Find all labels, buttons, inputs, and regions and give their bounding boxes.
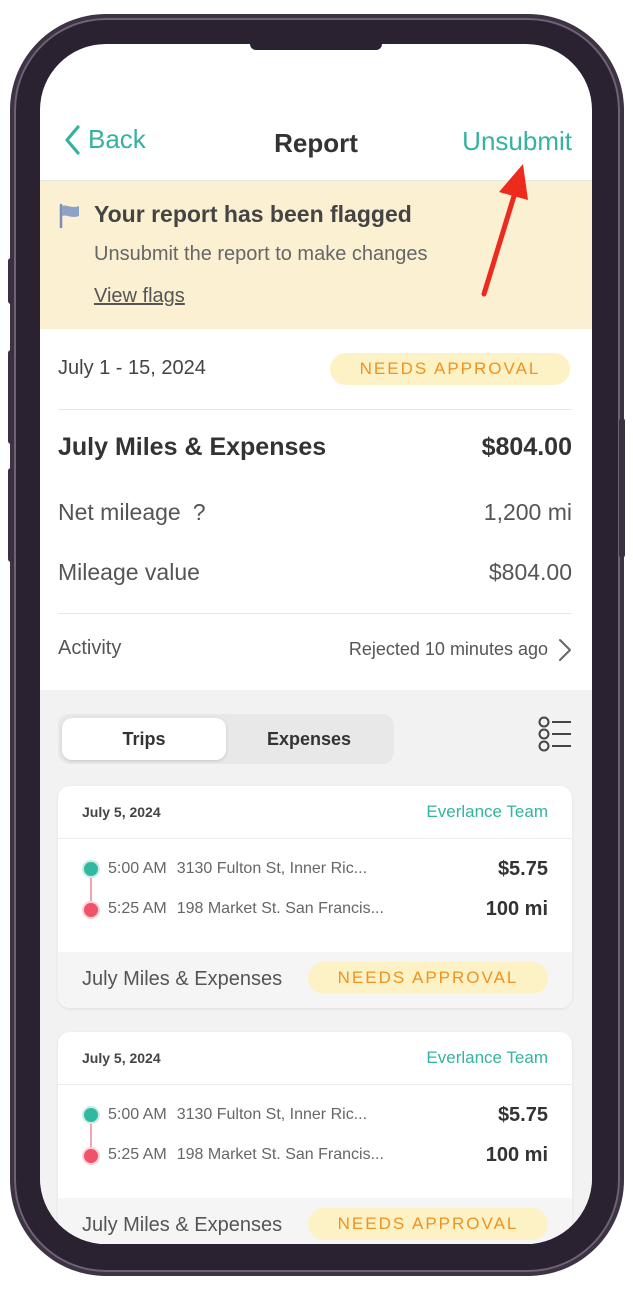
flag-subtitle: Unsubmit the report to make changes xyxy=(94,243,428,265)
help-icon[interactable]: ? xyxy=(193,499,206,525)
end-time: 5:25 AM xyxy=(108,1146,167,1163)
trip-report-name: July Miles & Expenses xyxy=(82,1214,283,1236)
tab-trips[interactable]: Trips xyxy=(62,718,226,760)
volume-up-button xyxy=(8,350,14,444)
trip-distance: 100 mi xyxy=(485,1144,548,1166)
trip-date: July 5, 2024 xyxy=(82,804,161,820)
list-filter-icon[interactable] xyxy=(538,716,572,752)
trips-list-area: Trips Expenses July 5, 2024 Everlance Te… xyxy=(40,690,592,1244)
divider xyxy=(58,409,572,410)
trip-card-footer: July Miles & Expenses NEEDS APPROVAL xyxy=(58,952,572,1008)
tab-expenses[interactable]: Expenses xyxy=(228,718,390,760)
status-badge: NEEDS APPROVAL xyxy=(330,353,570,385)
flag-banner: Your report has been flagged Unsubmit th… xyxy=(40,181,592,329)
mileage-value-label: Mileage value xyxy=(58,559,200,585)
trip-card[interactable]: July 5, 2024 Everlance Team 5:00 AM 3130 … xyxy=(58,786,572,1008)
flag-icon xyxy=(59,203,79,229)
end-point-icon xyxy=(84,1149,98,1163)
power-button xyxy=(619,418,625,558)
trip-card-footer: July Miles & Expenses NEEDS APPROVAL xyxy=(58,1198,572,1244)
view-flags-link[interactable]: View flags xyxy=(94,285,185,308)
trip-date: July 5, 2024 xyxy=(82,1050,161,1066)
start-address: 3130 Fulton St, Inner Ric... xyxy=(176,1106,368,1123)
chevron-right-icon[interactable] xyxy=(558,637,572,663)
trip-report-name: July Miles & Expenses xyxy=(82,968,283,990)
trip-team: Everlance Team xyxy=(426,1048,548,1067)
trip-start: 5:00 AM 3130 Fulton St, Inner Ric... xyxy=(108,860,367,878)
net-mileage-row: Net mileage? xyxy=(58,499,206,526)
divider xyxy=(58,838,572,839)
start-point-icon xyxy=(84,1108,98,1122)
net-mileage-label: Net mileage xyxy=(58,499,181,525)
end-point-icon xyxy=(84,903,98,917)
nav-bar: Back Report Unsubmit xyxy=(40,110,592,181)
mute-switch xyxy=(8,258,14,304)
net-mileage-value: 1,200 mi xyxy=(483,499,572,525)
activity-label: Activity xyxy=(58,637,122,659)
flag-title: Your report has been flagged xyxy=(94,201,412,227)
end-time: 5:25 AM xyxy=(108,900,167,917)
volume-down-button xyxy=(8,468,14,562)
trip-end: 5:25 AM 198 Market St. San Francis... xyxy=(108,1146,384,1164)
report-name: July Miles & Expenses xyxy=(58,433,327,461)
status-badge: NEEDS APPROVAL xyxy=(308,1208,548,1240)
activity-value[interactable]: Rejected 10 minutes ago xyxy=(349,639,548,660)
segmented-control: Trips Expenses xyxy=(58,714,394,764)
trip-end: 5:25 AM 198 Market St. San Francis... xyxy=(108,900,384,918)
divider xyxy=(58,1084,572,1085)
start-address: 3130 Fulton St, Inner Ric... xyxy=(176,860,368,877)
screen: Back Report Unsubmit Your report has bee… xyxy=(40,44,592,1244)
trip-start: 5:00 AM 3130 Fulton St, Inner Ric... xyxy=(108,1106,367,1124)
route-line xyxy=(90,878,92,904)
report-date-range: July 1 - 15, 2024 xyxy=(58,357,206,379)
trip-card[interactable]: July 5, 2024 Everlance Team 5:00 AM 3130 … xyxy=(58,1032,572,1244)
trip-amount: $5.75 xyxy=(497,1104,548,1126)
status-badge: NEEDS APPROVAL xyxy=(308,962,548,994)
start-point-icon xyxy=(84,862,98,876)
divider xyxy=(58,613,572,614)
trip-team: Everlance Team xyxy=(426,802,548,821)
trip-amount: $5.75 xyxy=(497,858,548,880)
unsubmit-button[interactable]: Unsubmit xyxy=(462,126,572,157)
mileage-value: $804.00 xyxy=(488,559,572,585)
route-line xyxy=(90,1124,92,1150)
dynamic-island xyxy=(250,44,382,50)
start-time: 5:00 AM xyxy=(108,860,167,877)
report-total: $804.00 xyxy=(481,433,572,461)
start-time: 5:00 AM xyxy=(108,1106,167,1123)
end-address: 198 Market St. San Francis... xyxy=(176,900,384,917)
end-address: 198 Market St. San Francis... xyxy=(176,1146,384,1163)
trip-distance: 100 mi xyxy=(485,898,548,920)
